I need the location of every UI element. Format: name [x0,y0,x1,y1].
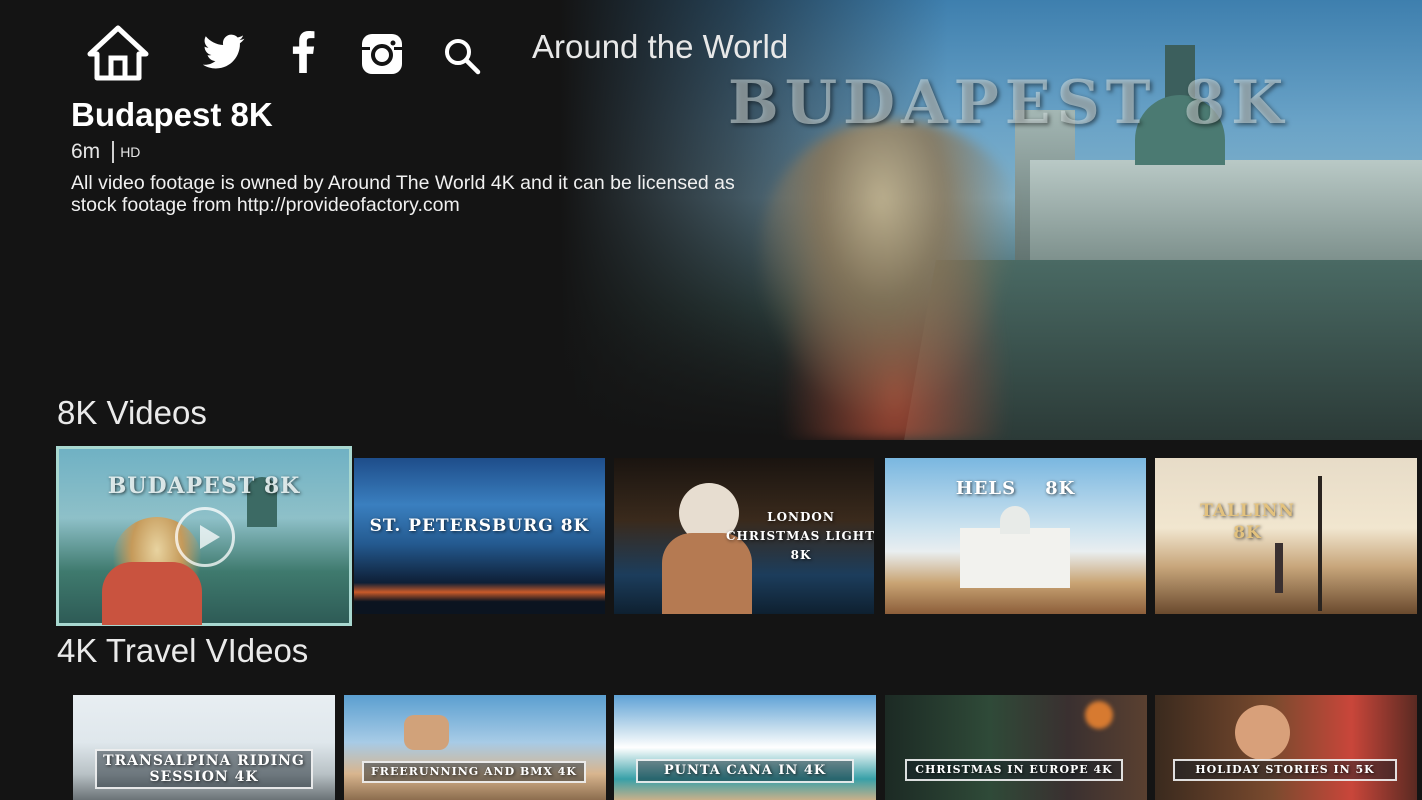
hero-watermark-text: BUDAPEST 8K [728,68,1290,138]
meta-divider [112,141,115,163]
card-title: LONDON CHRISTMAS LIGHTS 8K [726,510,874,562]
video-card-budapest[interactable]: BUDAPEST 8K [56,446,352,626]
play-icon [175,507,235,567]
video-duration: 6m [71,140,101,163]
quality-badge: HD [120,144,141,160]
tv-app-screen: BUDAPEST 8K Around the World Budapest 8K… [0,0,1422,800]
card-title: ST. PETERSBURG 8K [369,516,590,536]
video-card-christmas-europe[interactable]: CHRISTMAS IN EUROPE 4K [885,695,1147,800]
video-title: Budapest 8K [71,96,273,133]
hero-details: Budapest 8K 6m HD All video footage is o… [71,96,751,216]
row-title-8k-videos: 8K Videos [57,394,207,431]
card-title: BUDAPEST 8K [107,473,301,499]
video-card-helsinki[interactable]: HELS 8K [885,458,1146,614]
search-icon[interactable] [443,37,481,75]
card-title: HOLIDAY STORIES IN 5K [1173,759,1397,781]
card-title: CHRISTMAS IN EUROPE 4K [905,759,1123,781]
facebook-icon[interactable] [291,31,315,73]
video-description: All video footage is owned by Around The… [71,172,735,216]
video-card-punta-cana[interactable]: PUNTA CANA IN 4K [614,695,876,800]
row-title-4k-travel-videos: 4K Travel VIdeos [57,632,309,669]
video-meta: 6m HD [71,140,751,164]
card-title: FREERUNNING AND BMX 4K [362,761,586,783]
card-title: HELS 8K [955,478,1076,499]
video-card-freerunning[interactable]: FREERUNNING AND BMX 4K [344,695,606,800]
video-card-london[interactable]: LONDON CHRISTMAS LIGHTS 8K [614,458,874,614]
hero-background-image [560,0,1422,440]
home-icon[interactable] [86,24,150,82]
card-title: PUNTA CANA IN 4K [636,759,854,783]
app-brand-title: Around the World [532,28,789,65]
card-title: TALLINN 8K [1200,501,1295,543]
video-card-transalpina[interactable]: TRANSALPINA RIDING SESSION 4K [73,695,335,800]
card-title: TRANSALPINA RIDING SESSION 4K [95,749,313,789]
video-card-st-petersburg[interactable]: ST. PETERSBURG 8K [354,458,605,614]
instagram-icon[interactable] [360,32,404,76]
video-card-holiday-stories[interactable]: HOLIDAY STORIES IN 5K [1155,695,1417,800]
video-card-tallinn[interactable]: TALLINN 8K [1155,458,1417,614]
twitter-icon[interactable] [203,34,245,70]
